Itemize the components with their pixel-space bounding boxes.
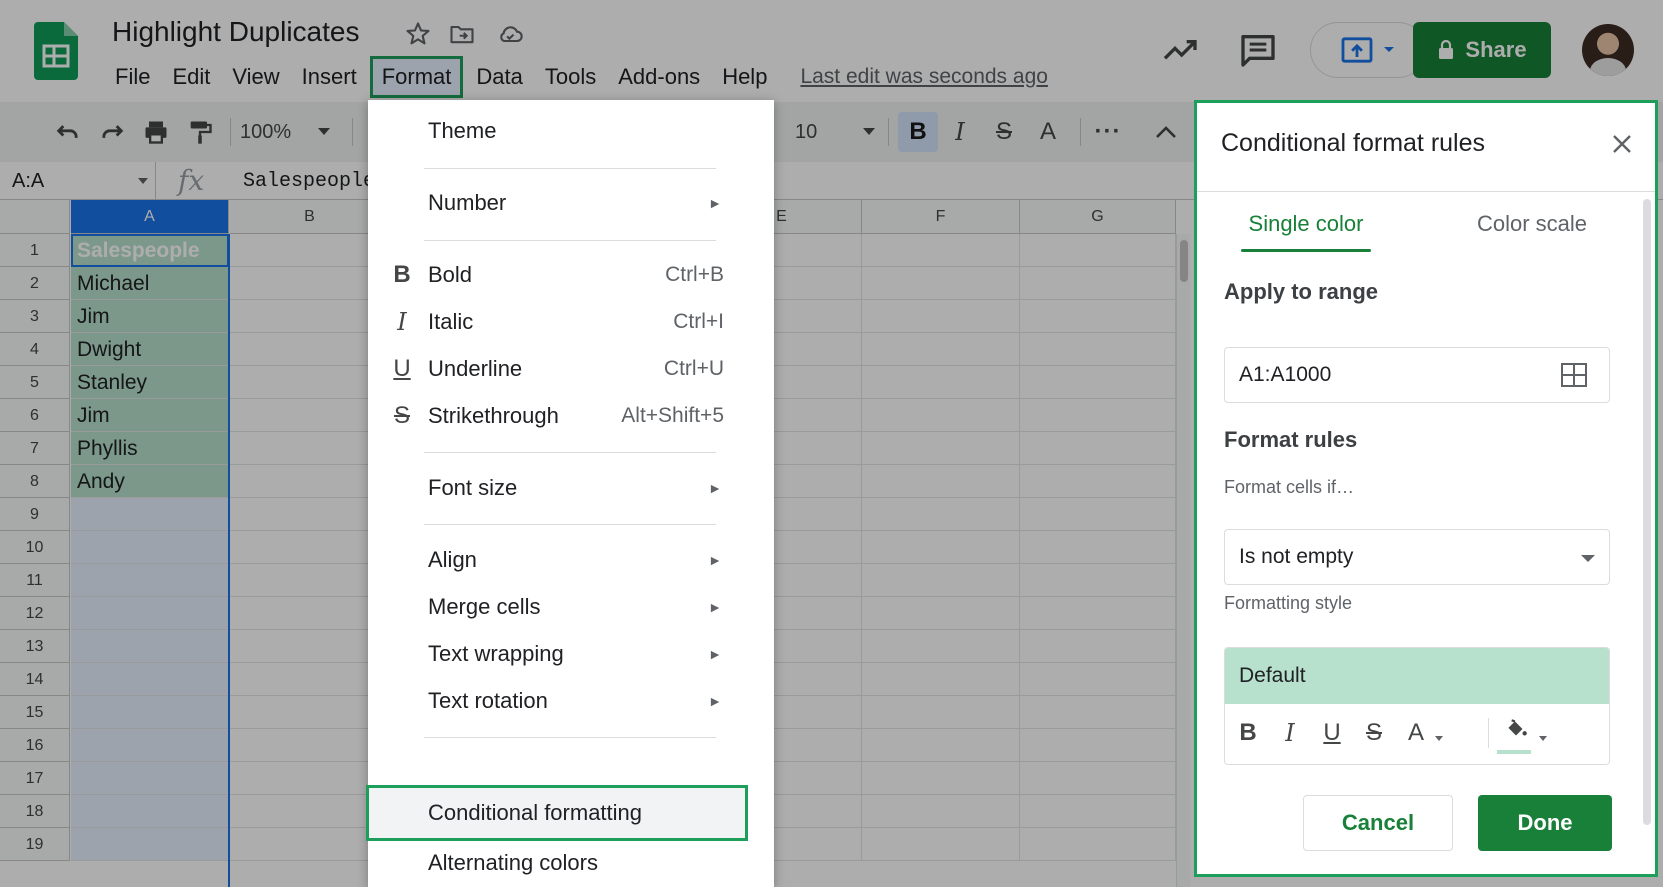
bold-icon[interactable]: B (1233, 716, 1263, 750)
menu-item-label: Text rotation (428, 688, 548, 713)
caret-down-icon[interactable] (1539, 736, 1547, 741)
menu-item-text-rotation[interactable]: Text rotation ► (368, 676, 774, 726)
menu-item-underline[interactable]: U Underline Ctrl+U (368, 344, 774, 394)
text-color-icon[interactable]: A (1401, 716, 1431, 750)
menu-item-label: Font size (428, 475, 518, 500)
shortcut-label: Alt+Shift+5 (621, 404, 724, 427)
done-button[interactable]: Done (1478, 795, 1612, 851)
menu-item-alternating-colors[interactable]: Alternating colors (368, 838, 774, 887)
submenu-arrow-icon: ► (708, 693, 722, 709)
format-menu: Theme Number ► B Bold Ctrl+B I Italic Ct… (366, 100, 774, 887)
bold-icon: B (393, 261, 411, 288)
menu-item-label: Alternating colors (428, 850, 598, 875)
fill-color-swatch (1497, 750, 1531, 754)
menu-item-label: Merge cells (428, 594, 541, 619)
strikethrough-icon: S (393, 402, 410, 429)
menu-item-label: Number (428, 190, 507, 215)
underline-icon: U (393, 355, 411, 382)
divider (1488, 718, 1489, 748)
tab-single-color[interactable]: Single color (1241, 211, 1371, 237)
submenu-arrow-icon: ► (708, 480, 722, 496)
strikethrough-icon[interactable]: S (1359, 716, 1389, 750)
menu-item-text-wrapping[interactable]: Text wrapping ► (368, 629, 774, 679)
menu-item-label: Bold (428, 262, 473, 287)
shortcut-label: Ctrl+B (665, 263, 724, 286)
fill-color-icon[interactable] (1501, 716, 1531, 750)
caret-down-icon[interactable] (1581, 555, 1595, 562)
range-input[interactable]: A1:A1000 (1224, 347, 1610, 403)
menu-item-label: Conditional formatting (428, 800, 643, 825)
menu-item-conditional-formatting[interactable]: Conditional formatting (366, 785, 748, 841)
shortcut-label: Ctrl+U (663, 357, 724, 380)
select-range-grid-icon[interactable] (1561, 363, 1587, 387)
tab-color-scale[interactable]: Color scale (1457, 211, 1607, 237)
menu-item-label: Underline (428, 356, 523, 381)
active-tab-indicator (1241, 249, 1371, 252)
panel-scrollbar[interactable] (1643, 199, 1651, 825)
menu-item-theme[interactable]: Theme (368, 106, 774, 156)
menu-item-label: Italic (428, 309, 474, 334)
submenu-arrow-icon: ► (708, 552, 722, 568)
caret-down-icon[interactable] (1435, 736, 1443, 741)
style-preview[interactable]: Default (1225, 648, 1609, 704)
menu-item-italic[interactable]: I Italic Ctrl+I (368, 297, 774, 347)
menu-item-strikethrough[interactable]: S Strikethrough Alt+Shift+5 (368, 391, 774, 441)
formatting-style-label: Formatting style (1224, 593, 1353, 613)
italic-icon[interactable]: I (1275, 716, 1305, 750)
menu-divider (424, 240, 716, 241)
divider (1197, 191, 1655, 192)
menu-divider (424, 452, 716, 453)
format-cells-if-label: Format cells if… (1224, 477, 1355, 497)
menu-divider (424, 524, 716, 525)
formatting-style-box: Default B I U S A (1224, 647, 1610, 765)
menu-item-align[interactable]: Align ► (368, 535, 774, 585)
menu-divider (424, 168, 716, 169)
submenu-arrow-icon: ► (708, 195, 722, 211)
menu-divider (424, 737, 716, 738)
submenu-arrow-icon: ► (708, 599, 722, 615)
menu-item-bold[interactable]: B Bold Ctrl+B (368, 250, 774, 300)
menu-item-label: Align (428, 547, 477, 572)
submenu-arrow-icon: ► (708, 646, 722, 662)
italic-icon: I (397, 308, 407, 336)
format-rules-label: Format rules (1224, 427, 1358, 452)
apply-to-range-label: Apply to range (1224, 279, 1379, 304)
menu-item-font-size[interactable]: Font size ► (368, 463, 774, 513)
menu-item-number[interactable]: Number ► (368, 178, 774, 228)
cancel-button[interactable]: Cancel (1303, 795, 1453, 851)
menu-item-label: Theme (428, 118, 497, 143)
menu-item-merge-cells[interactable]: Merge cells ► (368, 582, 774, 632)
close-icon[interactable] (1607, 131, 1637, 161)
underline-icon[interactable]: U (1317, 716, 1347, 750)
menu-item-label: Strikethrough (428, 403, 559, 428)
panel-title: Conditional format rules (1221, 129, 1486, 157)
conditional-format-panel: Conditional format rules Single color Co… (1194, 100, 1658, 877)
shortcut-label: Ctrl+I (673, 310, 724, 333)
condition-select[interactable]: Is not empty (1224, 529, 1610, 585)
menu-item-label: Text wrapping (428, 641, 564, 666)
